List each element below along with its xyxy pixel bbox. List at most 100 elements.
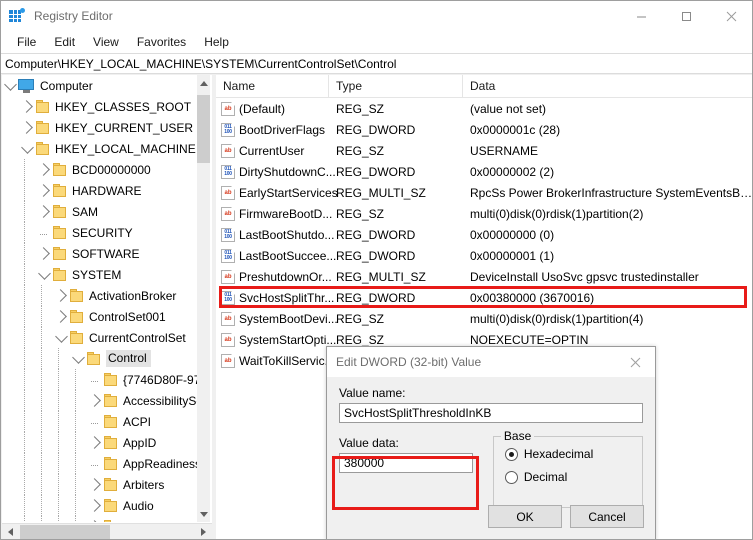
table-row[interactable]: 011100LastBootSuccee...REG_DWORD0x000000… bbox=[216, 245, 753, 266]
tree-item-controlset001[interactable]: ControlSet001 bbox=[2, 306, 198, 327]
tree-item-bcd00000000[interactable]: BCD00000000 bbox=[2, 159, 198, 180]
column-header-data[interactable]: Data bbox=[463, 75, 753, 97]
chevron-down-icon[interactable] bbox=[70, 351, 86, 367]
chevron-down-icon[interactable] bbox=[2, 78, 18, 94]
tree-scroll-right-button[interactable] bbox=[195, 524, 212, 540]
dialog-close-icon[interactable] bbox=[615, 347, 655, 377]
tree-item-hardware[interactable]: HARDWARE bbox=[2, 180, 198, 201]
chevron-right-icon[interactable] bbox=[36, 204, 52, 220]
value-data-input[interactable]: 380000 bbox=[339, 453, 473, 473]
tree-item-label: Audio bbox=[123, 499, 154, 513]
tree-item-accessibilityse[interactable]: AccessibilitySe bbox=[2, 390, 198, 411]
tree-item-acpi[interactable]: ACPI bbox=[2, 411, 198, 432]
value-name-text: SvcHostSplitThresholdInKB bbox=[344, 406, 491, 420]
address-bar[interactable]: Computer\HKEY_LOCAL_MACHINE\SYSTEM\Curre… bbox=[1, 53, 753, 74]
tree-vertical-scrollbar[interactable] bbox=[197, 75, 210, 522]
menu-file[interactable]: File bbox=[8, 33, 45, 51]
tree-item-activationbroker[interactable]: ActivationBroker bbox=[2, 285, 198, 306]
tree-scroll-left-button[interactable] bbox=[2, 524, 19, 540]
radio-hexadecimal[interactable]: Hexadecimal bbox=[505, 447, 642, 461]
table-row[interactable]: abFirmwareBootD...REG_SZmulti(0)disk(0)r… bbox=[216, 203, 753, 224]
table-row[interactable]: 011100LastBootShutdo...REG_DWORD0x000000… bbox=[216, 224, 753, 245]
chevron-right-icon[interactable] bbox=[87, 393, 103, 409]
tree-item-hkey-current-user[interactable]: HKEY_CURRENT_USER bbox=[2, 117, 198, 138]
address-path: Computer\HKEY_LOCAL_MACHINE\SYSTEM\Curre… bbox=[5, 57, 396, 71]
tree-item-audio[interactable]: Audio bbox=[2, 495, 198, 516]
tree-scroll-down-button[interactable] bbox=[197, 506, 210, 522]
maximize-button[interactable] bbox=[664, 1, 709, 31]
tree-item-sam[interactable]: SAM bbox=[2, 201, 198, 222]
chevron-right-icon[interactable] bbox=[19, 99, 35, 115]
minimize-button[interactable] bbox=[619, 1, 664, 31]
chevron-down-icon[interactable] bbox=[19, 141, 35, 157]
table-row[interactable]: 011100DirtyShutdownC...REG_DWORD0x000000… bbox=[216, 161, 753, 182]
tree-item-currentcontrolset[interactable]: CurrentControlSet bbox=[2, 327, 198, 348]
tree-item-arbiters[interactable]: Arbiters bbox=[2, 474, 198, 495]
list-column-headers: Name Type Data bbox=[216, 75, 753, 98]
close-button[interactable] bbox=[709, 1, 753, 31]
folder-icon bbox=[52, 247, 68, 260]
table-row[interactable]: 011100BootDriverFlagsREG_DWORD0x0000001c… bbox=[216, 119, 753, 140]
tree-item-computer[interactable]: Computer bbox=[2, 75, 198, 96]
tree-item-system[interactable]: SYSTEM bbox=[2, 264, 198, 285]
chevron-right-icon[interactable] bbox=[87, 435, 103, 451]
column-header-type[interactable]: Type bbox=[329, 75, 463, 97]
cancel-button[interactable]: Cancel bbox=[570, 505, 644, 528]
chevron-down-icon[interactable] bbox=[53, 330, 69, 346]
value-name-text: CurrentUser bbox=[239, 144, 304, 158]
value-name-cell: abFirmwareBootD... bbox=[216, 207, 329, 221]
folder-icon bbox=[103, 457, 119, 470]
chevron-right-icon[interactable] bbox=[53, 309, 69, 325]
value-data-text: 380000 bbox=[344, 456, 384, 470]
ok-button[interactable]: OK bbox=[488, 505, 562, 528]
menu-favorites[interactable]: Favorites bbox=[128, 33, 195, 51]
column-header-name[interactable]: Name bbox=[216, 75, 329, 97]
tree-item-hkey-local-machine[interactable]: HKEY_LOCAL_MACHINE bbox=[2, 138, 198, 159]
menu-view[interactable]: View bbox=[84, 33, 128, 51]
tree-scroll-up-button[interactable] bbox=[197, 75, 210, 91]
chevron-right-icon[interactable] bbox=[36, 183, 52, 199]
chevron-right-icon[interactable] bbox=[36, 246, 52, 262]
registry-tree[interactable]: ComputerHKEY_CLASSES_ROOTHKEY_CURRENT_US… bbox=[2, 75, 198, 522]
table-row[interactable]: abPreshutdownOr...REG_MULTI_SZDeviceInst… bbox=[216, 266, 753, 287]
tree-item-security[interactable]: SECURITY bbox=[2, 222, 198, 243]
table-row[interactable]: abEarlyStartServicesREG_MULTI_SZRpcSs Po… bbox=[216, 182, 753, 203]
tree-scroll-thumb[interactable] bbox=[197, 95, 210, 163]
title-bar: Registry Editor bbox=[1, 1, 753, 31]
tree-item-backuprestore[interactable]: BackupRestore bbox=[2, 516, 198, 522]
radio-decimal[interactable]: Decimal bbox=[505, 470, 642, 484]
registry-icon bbox=[9, 8, 25, 24]
tree-indent-guide bbox=[87, 456, 103, 472]
chevron-right-icon[interactable] bbox=[36, 162, 52, 178]
tree-item-label: Control bbox=[106, 350, 151, 367]
value-data-cell: (value not set) bbox=[463, 102, 753, 116]
value-name-input[interactable]: SvcHostSplitThresholdInKB bbox=[339, 403, 643, 423]
value-name-cell: abSystemStartOpti... bbox=[216, 333, 329, 347]
table-row[interactable]: abSystemBootDevi...REG_SZmulti(0)disk(0)… bbox=[216, 308, 753, 329]
dialog-body: Value name: SvcHostSplitThresholdInKB Va… bbox=[327, 377, 655, 508]
value-name-text: FirmwareBootD... bbox=[239, 207, 332, 221]
tree-horizontal-scrollbar[interactable] bbox=[2, 523, 212, 540]
chevron-right-icon[interactable] bbox=[53, 288, 69, 304]
menu-help[interactable]: Help bbox=[195, 33, 238, 51]
string-value-icon: ab bbox=[221, 144, 235, 158]
table-row[interactable]: abCurrentUserREG_SZUSERNAME bbox=[216, 140, 753, 161]
value-name-cell: 011100SvcHostSplitThr... bbox=[216, 291, 329, 305]
chevron-right-icon[interactable] bbox=[87, 519, 103, 523]
tree-hscroll-thumb[interactable] bbox=[20, 525, 110, 539]
tree-item-appid[interactable]: AppID bbox=[2, 432, 198, 453]
chevron-right-icon[interactable] bbox=[87, 498, 103, 514]
value-name-cell: 011100BootDriverFlags bbox=[216, 123, 329, 137]
menu-edit[interactable]: Edit bbox=[45, 33, 84, 51]
tree-item-control[interactable]: Control bbox=[2, 348, 198, 369]
tree-item-software[interactable]: SOFTWARE bbox=[2, 243, 198, 264]
tree-item-hkey-classes-root[interactable]: HKEY_CLASSES_ROOT bbox=[2, 96, 198, 117]
menu-bar: File Edit View Favorites Help bbox=[1, 31, 753, 53]
chevron-down-icon[interactable] bbox=[36, 267, 52, 283]
chevron-right-icon[interactable] bbox=[19, 120, 35, 136]
tree-item-7746d80f-97e[interactable]: {7746D80F-97E bbox=[2, 369, 198, 390]
chevron-right-icon[interactable] bbox=[87, 477, 103, 493]
tree-item-appreadiness[interactable]: AppReadiness bbox=[2, 453, 198, 474]
table-row[interactable]: ab(Default)REG_SZ(value not set) bbox=[216, 98, 753, 119]
table-row[interactable]: 011100SvcHostSplitThr...REG_DWORD0x00380… bbox=[216, 287, 753, 308]
